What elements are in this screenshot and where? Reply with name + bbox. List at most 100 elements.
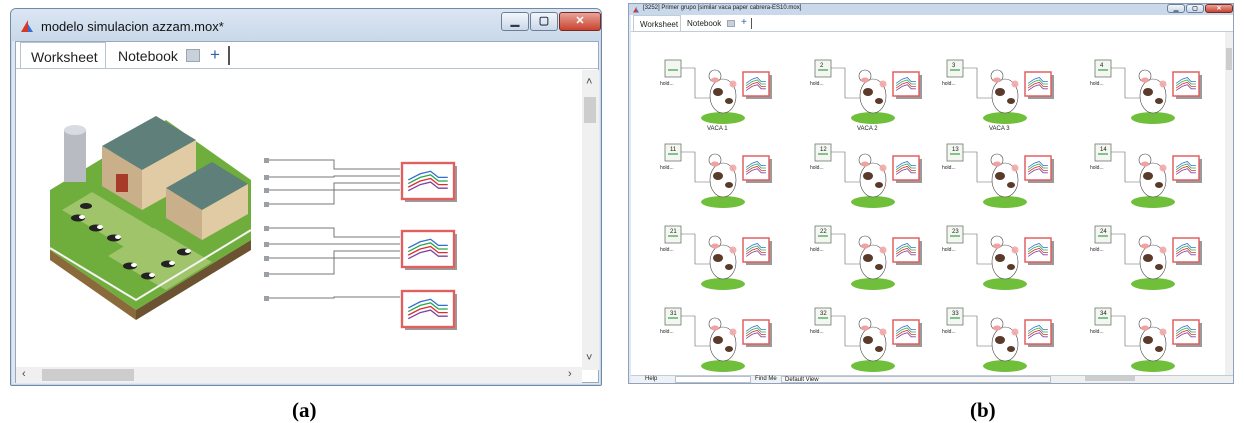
input-node[interactable] [264, 175, 269, 180]
connector-wire [269, 189, 400, 205]
graph-block[interactable] [1172, 155, 1202, 183]
cow-spot [1155, 346, 1163, 352]
vertical-scroll-thumb[interactable] [584, 97, 596, 123]
scroll-down-icon[interactable]: ˅ [586, 352, 592, 364]
input-node[interactable] [264, 296, 269, 301]
cow-model-block[interactable]: 12 hold... [810, 143, 922, 208]
graph-block[interactable] [1172, 237, 1202, 265]
graph-block[interactable] [1172, 71, 1202, 99]
cow-model-block[interactable]: 13 hold... [942, 143, 1054, 208]
converter-box[interactable] [664, 59, 682, 78]
hold-label: hold... [810, 247, 824, 253]
cow-model-block[interactable]: 14 hold... [1090, 143, 1202, 208]
vertical-scrollbar[interactable]: ˄ ˅ [582, 70, 599, 370]
cow-model-block[interactable]: 22 hold... [810, 225, 922, 290]
hold-label: hold... [810, 81, 824, 87]
input-node[interactable] [264, 202, 269, 207]
scroll-left-icon[interactable]: ‹ [22, 368, 26, 380]
graph-block[interactable] [1024, 237, 1054, 265]
graph-block[interactable] [892, 319, 922, 347]
tab-notebook[interactable]: Notebook [685, 15, 733, 31]
close-tab-icon[interactable] [727, 20, 735, 27]
cow-model-block[interactable]: 34 hold... [1090, 307, 1202, 372]
view-selector[interactable]: Default View [781, 376, 1051, 383]
graph-block[interactable] [892, 71, 922, 99]
maximize-button[interactable]: ▢ [530, 12, 558, 31]
graph-block[interactable] [400, 161, 457, 202]
cow-udder [1011, 80, 1019, 88]
minimize-button[interactable]: ▁ [501, 12, 529, 31]
graph-block[interactable] [742, 155, 772, 183]
minimize-icon: ▁ [1173, 6, 1179, 12]
graph-block[interactable] [1024, 319, 1054, 347]
cow-udder [1159, 80, 1167, 88]
minimize-icon: ▁ [510, 15, 520, 27]
graph-block[interactable] [742, 237, 772, 265]
grass-patch [983, 278, 1027, 290]
grass-patch [701, 360, 745, 372]
input-node[interactable] [264, 226, 269, 231]
grass-patch [983, 112, 1027, 124]
model-canvas[interactable]: hold...VACA 1 2hold...VACA 2 3hold...VACA … [631, 32, 1223, 375]
minimize-button[interactable]: ▁ [1167, 4, 1185, 13]
title-bar[interactable]: modelo simulacion azzam.mox* ▁ ▢ ✕ [11, 9, 601, 41]
horizontal-scrollbar[interactable] [1051, 376, 1231, 383]
horizontal-scroll-thumb[interactable] [42, 369, 134, 381]
graph-block[interactable] [400, 229, 457, 270]
graph-block[interactable] [1024, 155, 1054, 183]
close-tab-icon[interactable] [186, 49, 200, 62]
status-bar: Help Find Me Default View [631, 375, 1233, 383]
input-node[interactable] [264, 272, 269, 277]
help-button[interactable]: Help [645, 376, 657, 382]
tab-notebook[interactable]: Notebook [114, 42, 194, 68]
cow-spot [995, 88, 1005, 96]
add-tab-button[interactable]: + [210, 45, 220, 65]
find-me-button[interactable]: Find Me [755, 376, 777, 382]
cow-spot [1155, 264, 1163, 270]
graph-block[interactable] [1024, 71, 1054, 99]
vertical-scrollbar[interactable] [1225, 32, 1233, 375]
maximize-button[interactable]: ▢ [1186, 4, 1204, 13]
cow-model-block[interactable]: 24 hold... [1090, 225, 1202, 290]
cow-model-block[interactable]: 23 hold... [942, 225, 1054, 290]
input-node[interactable] [264, 188, 269, 193]
close-button[interactable]: ✕ [559, 12, 601, 31]
graph-block[interactable] [742, 71, 772, 99]
cow-model-block[interactable]: 3hold...VACA 3 [942, 59, 1054, 132]
vertical-scroll-thumb[interactable] [1226, 48, 1232, 70]
horizontal-scrollbar[interactable]: ‹ › [16, 367, 582, 383]
connector-wire [269, 250, 400, 259]
cow-udder [1159, 328, 1167, 336]
horizontal-scroll-thumb[interactable] [1085, 376, 1135, 381]
input-node[interactable] [264, 242, 269, 247]
status-input[interactable] [675, 376, 751, 383]
tab-worksheet[interactable]: Worksheet [20, 42, 106, 68]
cow-spot [863, 172, 873, 180]
graph-block[interactable] [892, 155, 922, 183]
cow-model-block[interactable]: 32 hold... [810, 307, 922, 372]
cow-udder [879, 80, 887, 88]
cow-model-block[interactable]: 31 hold... [660, 307, 772, 372]
input-node[interactable] [264, 256, 269, 261]
cow-model-block[interactable]: 2hold...VACA 2 [810, 59, 922, 132]
caption-b: (b) [970, 398, 996, 422]
graph-block[interactable] [400, 289, 457, 330]
title-bar[interactable]: [3252] Primer grupo [similar vaca paper … [629, 4, 1233, 15]
cow-model-block[interactable]: hold... VACA 1 [660, 59, 772, 132]
graph-block[interactable] [892, 237, 922, 265]
cow-udder [1011, 328, 1019, 336]
maximize-icon: ▢ [538, 15, 550, 27]
input-node[interactable] [264, 158, 269, 163]
tab-worksheet[interactable]: Worksheet [633, 15, 681, 31]
cow-model-block[interactable]: 33 hold... [942, 307, 1054, 372]
cow-model-block[interactable]: 11 hold... [660, 143, 772, 208]
graph-block[interactable] [1172, 319, 1202, 347]
cow-model-block[interactable]: 21 hold... [660, 225, 772, 290]
close-button[interactable]: ✕ [1205, 4, 1233, 13]
scroll-up-icon[interactable]: ˄ [586, 76, 592, 88]
scroll-right-icon[interactable]: › [568, 368, 572, 380]
add-tab-button[interactable]: + [741, 17, 747, 28]
cow-model-block[interactable]: 4hold... [1090, 59, 1202, 124]
graph-block[interactable] [742, 319, 772, 347]
model-canvas[interactable] [16, 70, 582, 367]
